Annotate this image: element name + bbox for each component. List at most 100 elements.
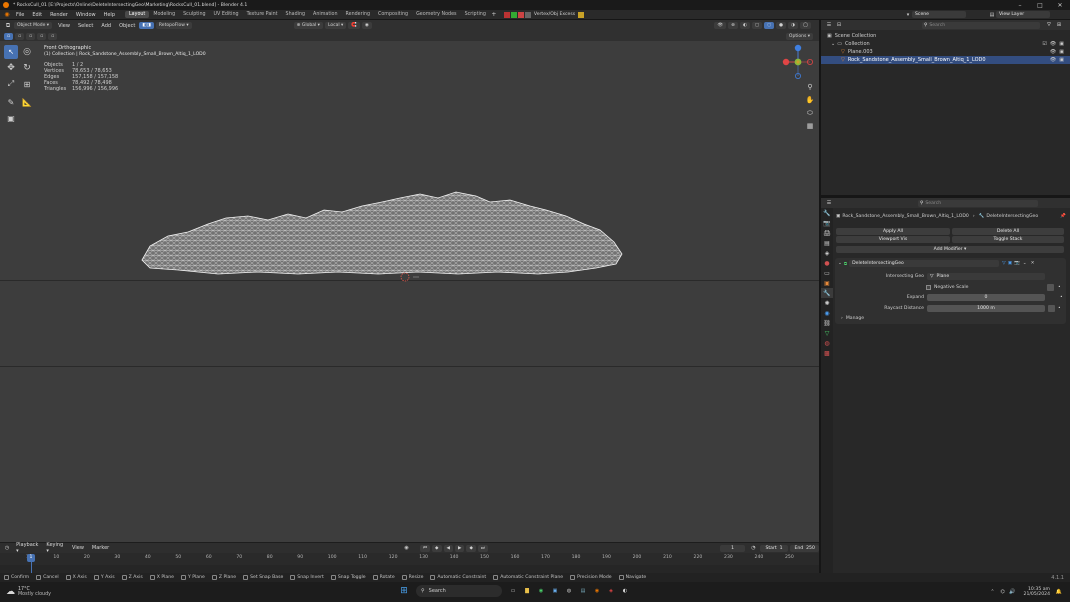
negative-scale-dot-icon[interactable]: • xyxy=(1058,285,1061,290)
rock-wireframe-mesh[interactable] xyxy=(138,188,624,278)
outliner-filter-funnel-icon[interactable]: ⛛ xyxy=(1044,22,1054,28)
outliner-item-rock[interactable]: ▽ Rock_Sandstone_Assembly_Small_Brown_Al… xyxy=(821,56,1070,64)
jump-start-button[interactable]: ⏮ xyxy=(419,544,431,552)
tab-shading[interactable]: Shading xyxy=(282,11,310,18)
object-tab-icon[interactable]: ▣ xyxy=(821,278,833,288)
annotate-tool-icon[interactable]: ✎ xyxy=(4,95,18,109)
timeline-menu-view[interactable]: View xyxy=(68,545,88,551)
prev-key-button[interactable]: ◆ xyxy=(432,544,442,552)
taskbar-search-box[interactable]: ⚲ Search xyxy=(416,585,502,597)
menu-file[interactable]: File xyxy=(12,12,28,18)
scene-name-field[interactable]: Scene xyxy=(912,11,966,18)
select-intersect-icon[interactable]: ▫ xyxy=(48,32,58,40)
outliner-new-collection-icon[interactable]: ⊞ xyxy=(1054,22,1064,28)
addon-red-icon-2[interactable] xyxy=(517,11,524,18)
editor-type-icon[interactable]: ⧉ xyxy=(2,22,14,30)
vertex-obj-excess-label[interactable]: Vertex/Obj Excess xyxy=(534,12,575,17)
select-mode-buttons[interactable]: ◧◨ xyxy=(139,22,154,29)
viewport-toggle-icon[interactable]: ▣ xyxy=(1008,261,1012,266)
task-view-icon[interactable]: ▭ xyxy=(506,585,520,597)
modifier-remove-icon[interactable]: ✕ xyxy=(1031,261,1035,266)
blender-menu-icon[interactable]: ◉ xyxy=(2,11,12,18)
tab-uv-editing[interactable]: UV Editing xyxy=(210,11,243,18)
minimize-button[interactable]: – xyxy=(1010,2,1030,9)
eye-icon[interactable]: 👁 xyxy=(1050,49,1056,55)
add-modifier-button[interactable]: Add Modifier ▾ xyxy=(836,246,1064,253)
tab-animation[interactable]: Animation xyxy=(309,11,341,18)
maximize-button[interactable]: □ xyxy=(1030,2,1050,9)
tab-texture-paint[interactable]: Texture Paint xyxy=(243,11,282,18)
blender-taskbar-icon[interactable]: ◉ xyxy=(590,585,604,597)
menu-help[interactable]: Help xyxy=(100,12,119,18)
play-button[interactable]: ▶ xyxy=(454,544,465,552)
menu-render[interactable]: Render xyxy=(46,12,72,18)
expand-arrow-icon[interactable]: ⌄ xyxy=(831,41,835,47)
tab-geometry-nodes[interactable]: Geometry Nodes xyxy=(412,11,460,18)
render-tab-icon[interactable]: 📷 xyxy=(821,218,833,228)
overlay-toggle[interactable]: ◐ xyxy=(739,22,750,29)
outliner-editor-icon[interactable]: ☰ xyxy=(824,22,834,28)
transform-tool-icon[interactable]: ⊞ xyxy=(20,77,34,91)
raycast-distance-field[interactable]: 1000 m xyxy=(927,305,1045,312)
timeline-track-area[interactable] xyxy=(0,565,819,573)
edit-mode-toggle-icon[interactable]: ▽ xyxy=(1002,261,1006,266)
viewport-menu-view[interactable]: View xyxy=(54,23,74,29)
delete-all-button[interactable]: Delete All xyxy=(952,228,1064,235)
move-tool-icon[interactable]: ✥ xyxy=(4,61,18,75)
view-layer-field[interactable]: View Layer xyxy=(996,11,1050,18)
camera-icon[interactable]: ▣ xyxy=(1059,57,1064,63)
viewport-menu-object[interactable]: Object xyxy=(115,23,139,29)
next-key-button[interactable]: ◆ xyxy=(466,544,476,552)
world-tab-icon[interactable]: ● xyxy=(821,258,833,268)
tab-rendering[interactable]: Rendering xyxy=(342,11,375,18)
close-button[interactable]: ✕ xyxy=(1050,2,1070,9)
windows-start-icon[interactable]: ⊞ xyxy=(398,585,410,597)
transform-orientation-dropdown[interactable]: ⊕ Global ▾ xyxy=(293,22,323,29)
modifier-menu-icon[interactable]: ⌄ xyxy=(1023,261,1027,266)
object-mode-dropdown[interactable]: Object Mode ▾ xyxy=(14,22,53,29)
timeline-menu-keying[interactable]: Keying ▾ xyxy=(42,542,68,554)
rotate-tool-icon[interactable]: ↻ xyxy=(20,61,34,75)
modifier-tab-icon[interactable]: 🔧 xyxy=(821,288,833,298)
toggle-stack-button[interactable]: Toggle Stack xyxy=(952,236,1064,243)
outliner-item-scene-collection[interactable]: ▣ Scene Collection xyxy=(821,32,1070,40)
timeline-menu-marker[interactable]: Marker xyxy=(88,545,113,551)
manage-subpanel[interactable]: › Manage xyxy=(841,315,864,322)
xray-toggle[interactable]: ▢ xyxy=(751,22,763,29)
proportional-edit-toggle[interactable]: ◉ xyxy=(361,22,372,29)
eye-icon[interactable]: 👁 xyxy=(1050,57,1056,63)
tab-scripting[interactable]: Scripting xyxy=(461,11,490,18)
scale-tool-icon[interactable]: ⤢ xyxy=(4,77,18,91)
manage-expand-icon[interactable]: › xyxy=(841,316,843,321)
perspective-toggle-icon[interactable]: ▦ xyxy=(805,121,815,131)
notification-icon[interactable]: 🔔 xyxy=(1054,589,1064,595)
app-icon-4[interactable]: ▣ xyxy=(548,585,562,597)
texture-tab-icon[interactable]: ▩ xyxy=(821,348,833,358)
addon-yellow-icon[interactable] xyxy=(578,11,585,18)
apply-all-button[interactable]: Apply All xyxy=(836,228,950,235)
taskbar-clock[interactable]: 10:35 am 21/05/2024 xyxy=(1024,587,1050,597)
select-box-tool-icon[interactable]: ↖ xyxy=(4,45,18,59)
network-icon[interactable]: ⌬ xyxy=(998,589,1008,595)
timeline-editor-icon[interactable]: ◷ xyxy=(2,545,12,551)
outliner-item-plane[interactable]: ▽ Plane.003 👁 ▣ xyxy=(821,48,1070,56)
raycast-dot-icon[interactable]: • xyxy=(1058,306,1061,311)
tab-layout[interactable]: Layout xyxy=(125,11,150,18)
timeline-menu-playback[interactable]: Playback ▾ xyxy=(12,542,42,554)
menu-window[interactable]: Window xyxy=(72,12,100,18)
render-toggle-icon[interactable]: 📷 xyxy=(1014,261,1020,266)
collection-tab-icon[interactable]: ▭ xyxy=(821,268,833,278)
physics-tab-icon[interactable]: ◉ xyxy=(821,308,833,318)
tab-sculpting[interactable]: Sculpting xyxy=(179,11,209,18)
collapse-arrow-icon[interactable]: ⌄ xyxy=(838,261,842,266)
raycast-input-socket-icon[interactable] xyxy=(1048,305,1055,312)
camera-view-icon[interactable]: ⬭ xyxy=(805,108,815,118)
menu-edit[interactable]: Edit xyxy=(28,12,46,18)
output-tab-icon[interactable]: 🖨 xyxy=(821,228,833,238)
options-dropdown[interactable]: Options ▾ xyxy=(785,32,813,40)
tab-modeling[interactable]: Modeling xyxy=(149,11,179,18)
visibility-dropdown[interactable]: 👁 xyxy=(714,22,727,29)
properties-search-box[interactable]: ⚲ Search xyxy=(918,199,1038,207)
select-subtract-icon[interactable]: ▫ xyxy=(26,32,36,40)
select-invert-icon[interactable]: ▫ xyxy=(37,32,47,40)
